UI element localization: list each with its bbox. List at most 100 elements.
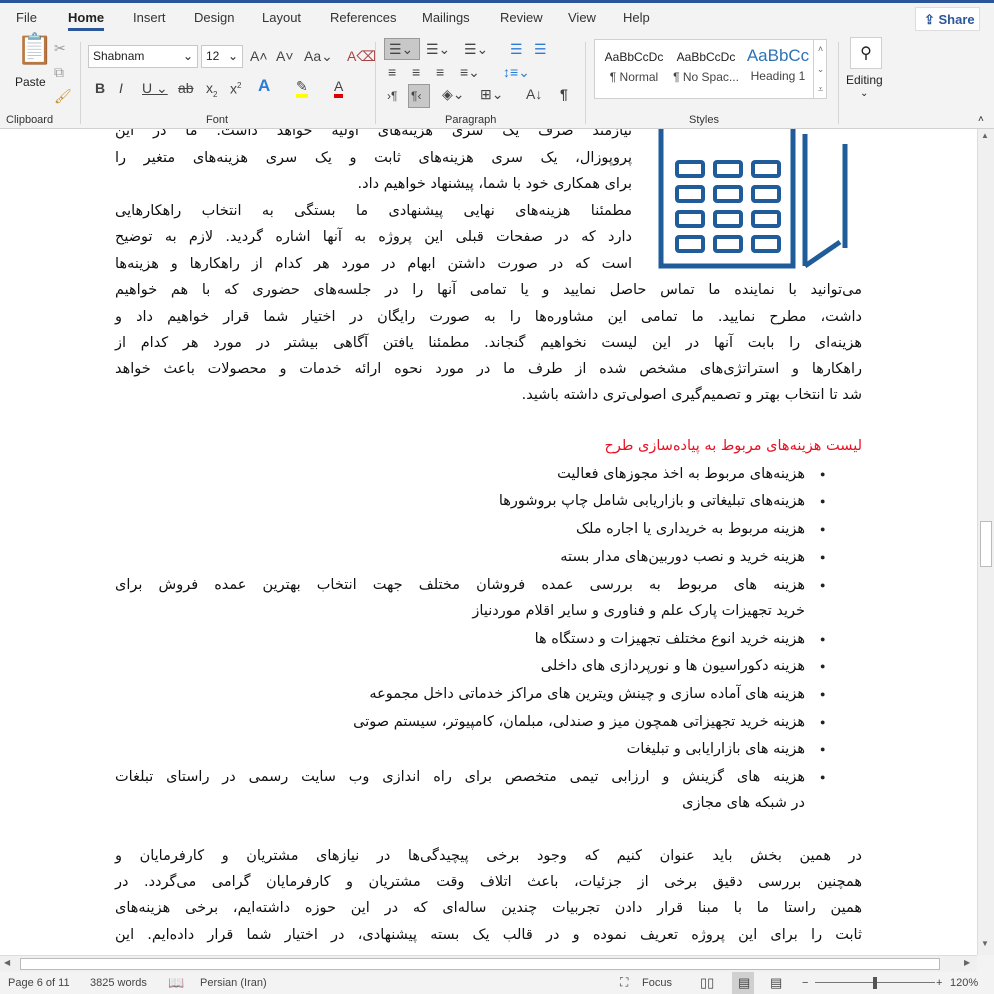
borders-icon[interactable]: ⊞⌄ — [480, 86, 503, 102]
horizontal-scrollbar[interactable]: ◀ ▶ — [0, 955, 977, 972]
list-item: هزینه خرید تجهیزاتی همچون میز و صندلی، م… — [353, 714, 805, 730]
superscript-icon[interactable]: x2 — [230, 78, 241, 97]
proofing-icon[interactable]: 📖 — [168, 975, 184, 991]
scroll-right-icon[interactable]: ▶ — [964, 958, 970, 967]
read-mode-icon[interactable]: ▯▯ — [700, 975, 714, 991]
tab-help[interactable]: Help — [623, 10, 650, 25]
list-item: هزینه های آماده سازی و چینش ویترین های م… — [369, 686, 805, 702]
style-2[interactable]: AaBbCc Heading 1 — [743, 46, 813, 83]
print-layout-icon[interactable]: ▤ — [732, 972, 754, 994]
align-right-icon[interactable]: ≡ — [436, 64, 444, 80]
styles-scroll[interactable]: ˄ ⌄ ⩡ — [813, 39, 827, 99]
style-1[interactable]: AaBbCcDc ¶ No Spac... — [671, 46, 741, 84]
rtl-icon[interactable]: ¶‹ — [408, 84, 430, 108]
zoom-out-icon[interactable]: − — [802, 977, 808, 989]
clear-formatting-icon[interactable]: A⌫ — [347, 48, 376, 64]
bullets-icon[interactable]: ☰⌄ — [384, 38, 420, 60]
list-item: هزینه خرید انوع مختلف تجهیزات و دستگاه ه… — [534, 631, 805, 647]
multilevel-list-icon[interactable]: ☰⌄ — [464, 41, 488, 57]
editing-button[interactable]: Editing — [846, 73, 883, 87]
subscript-icon[interactable]: x2 — [206, 80, 217, 103]
font-size-select[interactable]: 12 ⌄ — [201, 45, 243, 68]
bullet-icon: ● — [820, 744, 826, 754]
list-item: هزینه مربوط به خریداری یا اجاره ملک — [576, 521, 805, 537]
highlight-icon[interactable]: ✎ — [296, 78, 308, 98]
tab-references[interactable]: References — [330, 10, 396, 25]
divider — [838, 42, 839, 124]
paragraph-line: برای همکاری خود با شما، پیشنهاد خواهیم د… — [357, 176, 632, 192]
paragraph-line: می‌توانید با نماینده ما تماس حاصل نمایید… — [115, 282, 862, 298]
change-case-icon[interactable]: Aa⌄ — [304, 48, 333, 64]
bullet-icon: ● — [820, 496, 826, 506]
bullet-icon: ● — [820, 552, 826, 562]
font-color-icon[interactable]: A — [334, 78, 344, 98]
text-effects-icon[interactable]: A — [258, 77, 270, 94]
find-icon[interactable]: ⚲ — [850, 37, 882, 69]
copy-icon[interactable]: ⧉ — [54, 64, 64, 80]
grow-font-icon[interactable]: A˄ — [250, 48, 268, 64]
scroll-down-icon[interactable]: ▼ — [981, 939, 989, 948]
paste-icon[interactable]: 📋 — [16, 35, 53, 65]
align-left-icon[interactable]: ≡ — [388, 64, 396, 80]
list-item: هزینه های مربوط به بررسی عمده فروشان مخت… — [115, 577, 805, 593]
share-label: Share — [938, 12, 975, 27]
focus-button[interactable]: Focus — [642, 977, 672, 989]
hscroll-thumb[interactable] — [20, 958, 940, 970]
tab-view[interactable]: View — [568, 10, 596, 25]
styles-group-label: Styles — [689, 114, 719, 126]
collapse-ribbon-icon[interactable]: ˄ — [978, 114, 984, 125]
bold-icon[interactable]: B — [95, 80, 105, 96]
strikethrough-icon[interactable]: ab — [178, 80, 194, 96]
document-page[interactable]: نیازمند صرف یک سری هزینه‌های اولیه خواهد… — [0, 129, 977, 955]
paragraph-line: شد تا انتخاب بهتر و تصمیم‌گیری اصولی‌تری… — [521, 387, 862, 403]
vertical-scrollbar[interactable]: ▲ ▼ — [977, 129, 994, 955]
editing-chevron-icon[interactable]: ⌄ — [860, 88, 868, 99]
underline-icon[interactable]: U ⌄ — [142, 80, 168, 96]
zoom-slider-thumb[interactable] — [873, 977, 877, 989]
language-indicator[interactable]: Persian (Iran) — [200, 977, 267, 989]
ltr-icon[interactable]: ›¶ — [387, 88, 397, 104]
format-painter-icon[interactable]: 🖌 — [54, 88, 72, 104]
justify-icon[interactable]: ≡⌄ — [460, 64, 480, 80]
numbering-icon[interactable]: ☰⌄ — [426, 41, 450, 57]
zoom-level[interactable]: 120% — [950, 977, 978, 989]
increase-indent-icon[interactable]: ☰ — [534, 41, 547, 57]
scroll-up-icon[interactable]: ▲ — [981, 131, 989, 140]
paste-button[interactable]: Paste — [15, 75, 46, 89]
show-marks-icon[interactable]: ¶ — [560, 86, 568, 102]
align-center-icon[interactable]: ≡ — [412, 64, 420, 80]
line-spacing-icon[interactable]: ↕≡⌄ — [503, 64, 530, 80]
decrease-indent-icon[interactable]: ☰ — [510, 41, 523, 57]
divider — [585, 42, 586, 124]
paragraph-line: است که در صورت داشتن ابهام در مورد هر کد… — [115, 256, 632, 272]
shading-icon[interactable]: ◈⌄ — [442, 86, 465, 102]
paragraph-line: مطمئنا هزینه‌های نهایی پیشنهادی ما بستگی… — [115, 203, 632, 219]
share-button[interactable]: ⇪ Share — [915, 7, 980, 31]
tab-home[interactable]: Home — [68, 10, 105, 31]
bullet-icon: ● — [820, 524, 826, 534]
style-0[interactable]: AaBbCcDc ¶ Normal — [599, 46, 669, 84]
zoom-in-icon[interactable]: + — [936, 977, 942, 989]
bullet-icon: ● — [820, 772, 826, 782]
page-indicator[interactable]: Page 6 of 11 — [8, 977, 70, 989]
calculator-key — [675, 235, 705, 253]
sort-icon[interactable]: A↓ — [526, 86, 542, 102]
shrink-font-icon[interactable]: A˅ — [276, 48, 294, 64]
font-name-select[interactable]: Shabnam ⌄ — [88, 45, 198, 68]
tab-layout[interactable]: Layout — [262, 10, 301, 25]
cut-icon[interactable]: ✂ — [54, 40, 66, 56]
scroll-left-icon[interactable]: ◀ — [4, 958, 10, 967]
scroll-thumb[interactable] — [980, 521, 992, 567]
word-count[interactable]: 3825 words — [90, 977, 147, 989]
paragraph-line: نیازمند صرف یک سری هزینه‌های اولیه خواهد… — [115, 129, 632, 139]
tab-review[interactable]: Review — [500, 10, 543, 25]
tab-design[interactable]: Design — [194, 10, 234, 25]
tab-mailings[interactable]: Mailings — [422, 10, 470, 25]
tab-insert[interactable]: Insert — [133, 10, 166, 25]
font-name-value: Shabnam — [93, 49, 145, 63]
focus-icon[interactable]: ⛶ — [620, 975, 628, 990]
italic-icon[interactable]: I — [119, 80, 123, 96]
web-layout-icon[interactable]: ▤ — [770, 975, 782, 991]
clipboard-group-label: Clipboard — [6, 114, 54, 126]
tab-file[interactable]: File — [16, 10, 37, 25]
